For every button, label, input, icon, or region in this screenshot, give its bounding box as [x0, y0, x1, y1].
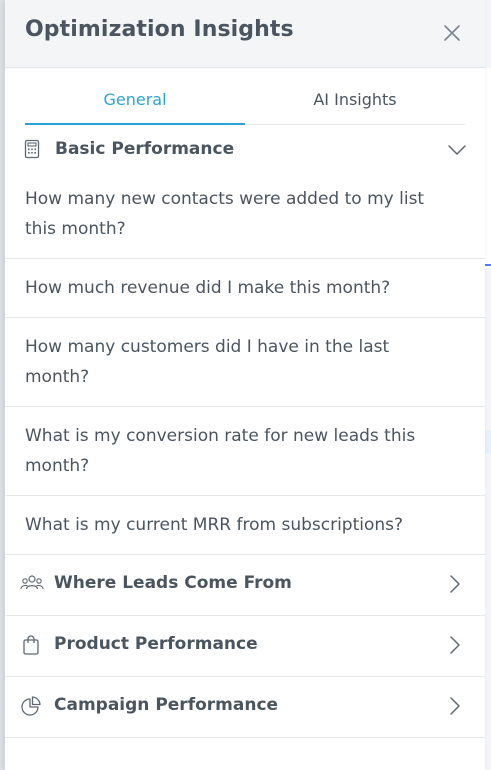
tab-bar: General AI Insights	[25, 68, 465, 125]
chevron-down-icon	[447, 140, 467, 160]
section-product-performance[interactable]: Product Performance	[5, 616, 485, 677]
chevron-right-icon	[445, 573, 465, 595]
background-page-strip	[485, 0, 491, 770]
background-line	[485, 264, 491, 266]
people-icon	[20, 573, 44, 595]
section-label: Basic Performance	[55, 139, 235, 159]
pie-chart-icon	[20, 695, 42, 717]
panel-header: Optimization Insights	[5, 0, 485, 68]
section-where-leads-come-from[interactable]: Where Leads Come From	[5, 555, 485, 616]
tab-general[interactable]: General	[25, 90, 245, 109]
shopping-bag-icon	[20, 634, 42, 656]
question-conversion-rate[interactable]: What is my conversion rate for new leads…	[5, 407, 485, 496]
section-label: Where Leads Come From	[54, 573, 292, 593]
calculator-icon	[22, 139, 42, 159]
section-label: Campaign Performance	[54, 695, 279, 715]
close-icon	[444, 25, 460, 41]
tab-ai-insights[interactable]: AI Insights	[245, 90, 465, 109]
chevron-right-icon	[445, 634, 465, 656]
background-card	[485, 68, 491, 268]
section-label: Product Performance	[54, 634, 258, 654]
close-button[interactable]	[441, 22, 463, 44]
section-basic-performance[interactable]: Basic Performance	[5, 125, 485, 175]
question-mrr[interactable]: What is my current MRR from subscription…	[5, 496, 485, 555]
chevron-right-icon	[445, 695, 465, 717]
question-customers[interactable]: How many customers did I have in the las…	[5, 318, 485, 407]
optimization-insights-panel: Optimization Insights General AI Insight…	[5, 0, 485, 770]
panel-title: Optimization Insights	[25, 17, 294, 42]
question-revenue[interactable]: How much revenue did I make this month?	[5, 259, 485, 318]
background-highlight	[485, 430, 491, 454]
question-new-contacts[interactable]: How many new contacts were added to my l…	[5, 175, 485, 259]
section-campaign-performance[interactable]: Campaign Performance	[5, 677, 485, 738]
